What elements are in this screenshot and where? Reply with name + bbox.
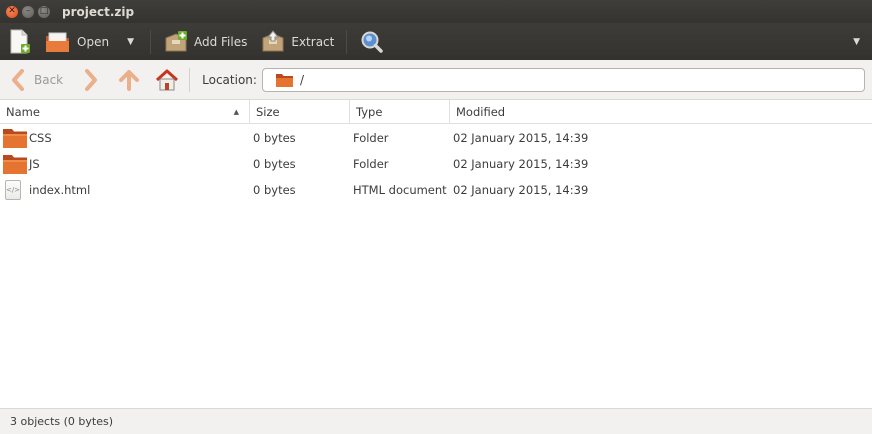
open-button[interactable]: Open [45,25,109,59]
back-arrow-icon [12,68,24,91]
column-header-size[interactable]: Size [249,100,349,124]
toolbar-separator [346,29,348,54]
back-label: Back [34,72,64,87]
back-button[interactable]: Back [11,68,64,91]
file-list-header: Name ▲ Size Type Modified [0,100,872,124]
extract-icon [262,29,284,51]
extract-button[interactable]: Extract [261,25,334,59]
file-modified: 02 January 2015, 14:39 [453,157,589,171]
folder-icon [3,125,27,151]
file-modified: 02 January 2015, 14:39 [453,131,589,145]
location-label: Location: [202,72,257,87]
sort-ascending-icon: ▲ [233,108,239,116]
up-button[interactable] [118,69,140,91]
folder-icon [276,74,293,87]
forward-button[interactable] [84,68,98,91]
location-bar: Back Location: / [0,60,872,100]
file-size: 0 bytes [253,131,296,145]
file-name: CSS [29,131,52,145]
status-text: 3 objects (0 bytes) [10,415,114,428]
chevron-down-icon: ▼ [127,36,134,47]
add-files-label: Add Files [193,34,248,49]
column-header-type[interactable]: Type [349,100,449,124]
new-archive-icon [10,29,30,53]
overflow-menu-button[interactable]: ▼ [853,25,860,59]
location-field[interactable]: / [262,68,865,92]
file-modified: 02 January 2015, 14:39 [453,183,589,197]
up-arrow-icon [119,69,140,91]
location-value: / [300,73,305,87]
table-row[interactable]: JS 0 bytes Folder 02 January 2015, 14:39 [0,151,872,177]
add-files-button[interactable]: Add Files [164,25,247,59]
find-button[interactable] [360,25,384,59]
status-bar: 3 objects (0 bytes) [0,408,872,434]
toolbar: Open ▼ Add Files Extract ▼ [0,23,872,60]
column-header-name[interactable]: Name ▲ [0,100,249,124]
column-modified-label: Modified [456,105,506,119]
open-label: Open [77,34,110,49]
minimize-window-button[interactable]: – [22,5,34,18]
open-dropdown-button[interactable]: ▼ [127,25,134,59]
column-header-modified[interactable]: Modified [449,100,872,124]
open-archive-icon [46,32,69,52]
home-icon [156,69,179,90]
file-name: index.html [29,183,91,197]
window-title: project.zip [62,4,135,19]
title-bar: ✕ – □ project.zip [0,0,872,23]
add-files-icon [165,30,187,51]
column-name-label: Name [6,105,40,119]
toolbar-separator [149,29,151,54]
new-archive-button[interactable] [9,25,31,59]
folder-icon [3,151,27,177]
extract-label: Extract [291,34,335,49]
file-size: 0 bytes [253,157,296,171]
file-type: Folder [353,157,389,171]
table-row[interactable]: CSS 0 bytes Folder 02 January 2015, 14:3… [0,125,872,151]
file-type: Folder [353,131,389,145]
html-file-icon: </> [5,177,21,203]
file-name: JS [29,157,40,171]
file-size: 0 bytes [253,183,296,197]
forward-arrow-icon [85,68,98,91]
close-window-button[interactable]: ✕ [6,5,18,18]
home-button[interactable] [155,69,179,91]
maximize-window-button[interactable]: □ [38,5,50,18]
chevron-down-icon: ▼ [853,36,860,47]
location-separator [189,67,191,92]
table-row[interactable]: </> index.html 0 bytes HTML document 02 … [0,177,872,203]
column-type-label: Type [356,105,383,119]
file-type: HTML document [353,183,447,197]
column-size-label: Size [256,105,280,119]
search-icon [361,31,384,53]
